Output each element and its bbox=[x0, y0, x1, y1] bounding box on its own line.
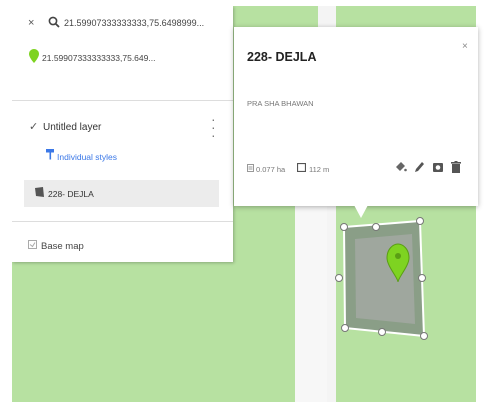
vertex-handle bbox=[341, 324, 349, 332]
paint-roller-icon[interactable] bbox=[46, 149, 55, 160]
checkbox-icon[interactable]: ✓ bbox=[29, 120, 38, 133]
basemap-icon[interactable] bbox=[28, 240, 37, 249]
individual-styles-link[interactable]: Individual styles bbox=[57, 152, 117, 162]
camera-icon[interactable] bbox=[432, 161, 444, 173]
layer-title[interactable]: Untitled layer bbox=[43, 122, 101, 133]
layers-panel: × 21.59907333333333,75.6498999... 21.599… bbox=[12, 6, 233, 262]
basemap-label[interactable]: Base map bbox=[41, 241, 84, 252]
popup-title[interactable]: 228- DEJLA bbox=[247, 50, 316, 64]
pencil-icon[interactable] bbox=[414, 161, 425, 173]
vertex-handle bbox=[378, 328, 386, 336]
search-icon[interactable] bbox=[48, 16, 60, 28]
close-popup-button[interactable]: × bbox=[462, 41, 468, 52]
popup-pointer bbox=[354, 205, 368, 218]
popup-description: PRA SHA BHAWAN bbox=[247, 99, 314, 108]
popup-length-value: 112 m bbox=[309, 165, 330, 174]
length-icon bbox=[297, 163, 306, 172]
vertex-handle bbox=[420, 332, 428, 340]
map-pin-icon bbox=[29, 49, 39, 63]
close-search-button[interactable]: × bbox=[28, 17, 34, 29]
paint-bucket-icon[interactable] bbox=[395, 161, 407, 173]
vertex-handle bbox=[340, 223, 348, 231]
more-vert-icon[interactable]: · · · bbox=[211, 112, 216, 142]
divider bbox=[12, 221, 233, 222]
area-icon bbox=[247, 164, 254, 172]
search-result-label[interactable]: 21.59907333333333,75.649... bbox=[42, 53, 155, 63]
popup-area-value: 0.077 ha bbox=[256, 165, 286, 174]
vertex-handle bbox=[372, 223, 380, 231]
divider bbox=[12, 100, 233, 101]
trash-icon[interactable] bbox=[451, 161, 461, 173]
vertex-handle bbox=[335, 274, 343, 282]
search-query[interactable]: 21.59907333333333,75.6498999... bbox=[64, 18, 204, 28]
polygon-icon bbox=[34, 187, 45, 198]
vertex-handle bbox=[416, 217, 424, 225]
vertex-handle bbox=[418, 274, 426, 282]
feature-label[interactable]: 228- DEJLA bbox=[48, 189, 94, 199]
